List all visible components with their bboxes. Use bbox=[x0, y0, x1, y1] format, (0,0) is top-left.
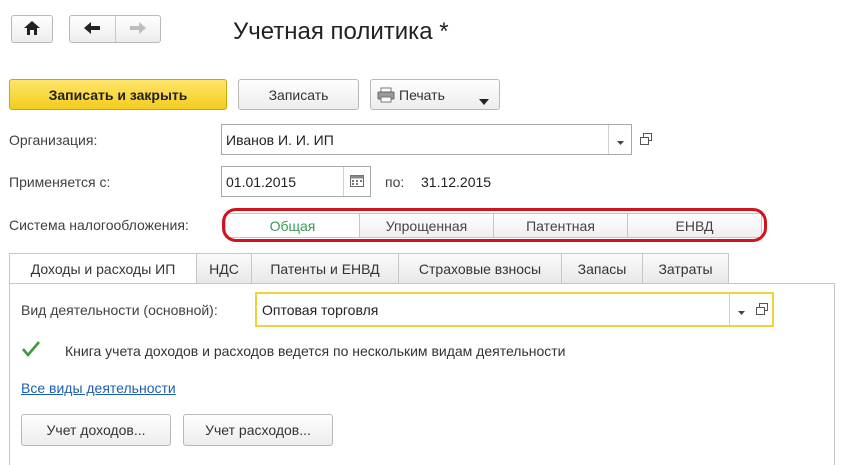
applies-from-value: 01.01.2015 bbox=[226, 173, 297, 190]
all-activities-link[interactable]: Все виды деятельности bbox=[21, 380, 176, 396]
print-button[interactable]: Печать bbox=[370, 79, 500, 110]
printer-icon bbox=[377, 87, 395, 103]
page-title: Учетная политика * bbox=[233, 18, 449, 45]
expense-accounting-button[interactable]: Учет расходов... bbox=[183, 414, 333, 446]
tax-system-option-simplified[interactable]: Упрощенная bbox=[359, 214, 493, 237]
history-navigation bbox=[69, 15, 161, 43]
organization-value: Иванов И. И. ИП bbox=[226, 131, 334, 148]
open-window-icon bbox=[756, 302, 768, 318]
tax-system-option-general[interactable]: Общая bbox=[226, 214, 359, 237]
arrow-right-icon bbox=[129, 21, 147, 38]
income-accounting-button[interactable]: Учет доходов... bbox=[21, 414, 171, 446]
home-icon bbox=[23, 20, 41, 39]
activity-value: Оптовая торговля bbox=[262, 301, 379, 318]
arrow-left-icon bbox=[83, 21, 101, 38]
home-button[interactable] bbox=[11, 15, 53, 43]
organization-label: Организация: bbox=[9, 132, 98, 148]
applies-from-field[interactable]: 01.01.2015 bbox=[221, 166, 371, 197]
activity-dropdown-button[interactable] bbox=[729, 294, 752, 325]
tab-bar: Доходы и расходы ИП НДС Патенты и ЕНВД С… bbox=[9, 253, 729, 284]
multi-activity-label: Книга учета доходов и расходов ведется п… bbox=[65, 343, 566, 359]
chevron-down-icon bbox=[737, 302, 745, 318]
applies-to-value: 31.12.2015 bbox=[421, 174, 492, 190]
tab-patents-envd[interactable]: Патенты и ЕНВД bbox=[252, 253, 399, 284]
checkmark-icon bbox=[22, 340, 40, 360]
activity-field[interactable]: Оптовая торговля bbox=[255, 292, 774, 327]
organization-open-button[interactable] bbox=[636, 130, 656, 150]
applies-to-label: по: bbox=[385, 174, 405, 190]
tab-insurance[interactable]: Страховые взносы bbox=[399, 253, 562, 284]
tab-income-expenses[interactable]: Доходы и расходы ИП bbox=[9, 253, 197, 284]
forward-button[interactable] bbox=[114, 16, 161, 42]
dropdown-arrow-icon bbox=[479, 92, 489, 108]
tax-system-option-envd[interactable]: ЕНВД bbox=[627, 214, 761, 237]
print-button-label: Печать bbox=[399, 86, 445, 103]
activity-label: Вид деятельности (основной): bbox=[21, 302, 218, 318]
save-button[interactable]: Записать bbox=[238, 79, 359, 110]
tax-system-option-patent[interactable]: Патентная bbox=[493, 214, 627, 237]
activity-open-button[interactable] bbox=[752, 294, 772, 325]
calendar-button[interactable] bbox=[343, 167, 370, 196]
organization-field[interactable]: Иванов И. И. ИП bbox=[221, 124, 632, 155]
back-button[interactable] bbox=[70, 16, 115, 42]
open-window-icon bbox=[640, 132, 652, 148]
chevron-down-icon bbox=[616, 132, 624, 148]
tab-costs[interactable]: Затраты bbox=[643, 253, 729, 284]
tax-system-label: Система налогообложения: bbox=[9, 217, 189, 233]
tab-inventory[interactable]: Запасы bbox=[562, 253, 643, 284]
tab-vat[interactable]: НДС bbox=[197, 253, 252, 284]
organization-dropdown-button[interactable] bbox=[608, 125, 631, 154]
save-and-close-button[interactable]: Записать и закрыть bbox=[9, 79, 227, 110]
applies-from-label: Применяется с: bbox=[9, 174, 111, 190]
tax-system-switch: Общая Упрощенная Патентная ЕНВД bbox=[225, 213, 762, 238]
calendar-icon bbox=[350, 174, 364, 190]
multi-activity-checkbox[interactable] bbox=[22, 340, 40, 360]
